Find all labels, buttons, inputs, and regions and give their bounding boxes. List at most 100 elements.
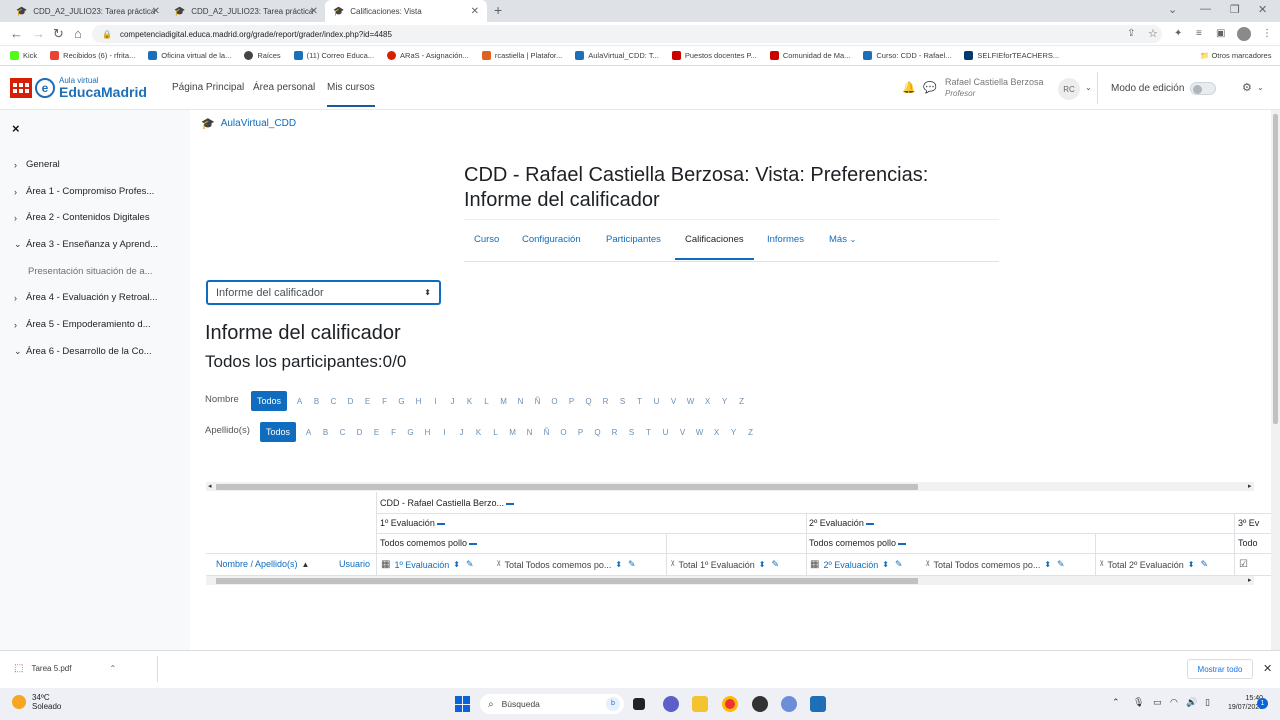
last-name-letter-l[interactable]: L [487,428,504,437]
first-name-letter-m[interactable]: M [495,397,512,406]
bookmark-item[interactable]: Recibidos (6) - rfrita... [50,51,135,60]
app-icon[interactable] [752,696,768,712]
last-name-letter-p[interactable]: P [572,428,589,437]
last-name-letter-w[interactable]: W [691,428,708,437]
drawer-item-area3[interactable]: ⌄ Área 3 - Enseñanza y Aprend... [14,239,158,250]
battery-icon[interactable]: ▯ [1205,697,1210,708]
weather-widget[interactable]: 34ºC Soleado [12,693,61,711]
last-name-letter-i[interactable]: I [436,428,453,437]
sort-icon[interactable]: ⬍ [759,560,766,569]
first-name-letter-a[interactable]: A [291,397,308,406]
url-field[interactable]: 🔒 competenciadigital.educa.madrid.org/gr… [92,25,1162,43]
bookmark-item[interactable]: AulaVirtual_CDD: T... [575,51,659,60]
drawer-subitem-presentation[interactable]: Presentación situación de a... [28,266,153,277]
tray-chevron-up-icon[interactable]: ⌃ [1112,697,1120,708]
chat-icon[interactable] [663,696,679,712]
last-name-letter-b[interactable]: B [317,428,334,437]
first-name-letter-l[interactable]: L [478,397,495,406]
last-name-letter-n[interactable]: N [521,428,538,437]
nav-home[interactable]: Página Principal [172,82,244,93]
task-view-icon[interactable] [633,698,645,710]
collapse-icon[interactable] [898,542,907,545]
grade-column-total-eval1[interactable]: ᵡ Total 1º Evaluación ⬍ ✎ [671,559,779,570]
edit-pencil-icon[interactable]: ✎ [771,559,779,570]
notification-icon[interactable]: 1 [1257,698,1268,709]
windows-start-icon[interactable] [455,696,471,712]
first-name-letter-n[interactable]: N [512,397,529,406]
last-name-letter-h[interactable]: H [419,428,436,437]
close-drawer-icon[interactable]: × [12,121,20,136]
tab-participants[interactable]: Participantes [606,234,661,245]
edit-mode-toggle[interactable] [1190,82,1216,95]
first-name-letter-f[interactable]: F [376,397,393,406]
tab-settings[interactable]: Configuración [522,234,581,245]
last-name-letter-e[interactable]: E [368,428,385,437]
nav-my-courses[interactable]: Mis cursos [327,82,375,107]
other-bookmarks[interactable]: 📁 Otros marcadores [1200,51,1271,60]
first-name-all-button[interactable]: Todos [251,391,288,411]
drawer-item-area6[interactable]: ⌄ Área 6 - Desarrollo de la Co... [14,346,152,357]
accessibility-gear-icon[interactable]: ⚙ [1242,81,1252,94]
last-name-letter-s[interactable]: S [623,428,640,437]
file-explorer-icon[interactable] [692,696,708,712]
first-name-letter-y[interactable]: Y [716,397,733,406]
chrome-icon[interactable] [722,696,738,712]
profile-avatar[interactable] [1237,27,1251,41]
share-icon[interactable]: ⇪ [1127,28,1135,39]
bookmark-item[interactable]: (11) Correo Educa... [293,51,374,60]
edit-pencil-icon[interactable]: ✎ [628,559,636,570]
avatar[interactable]: RC [1058,78,1080,100]
drawer-item-area5[interactable]: › Área 5 - Empoderamiento d... [14,319,151,330]
last-name-letter-j[interactable]: J [453,428,470,437]
bookmark-item[interactable]: Kick [10,51,37,60]
minimize-icon[interactable]: — [1200,3,1211,15]
taskbar-search[interactable]: ⌕ Búsqueda b [480,694,624,714]
bookmark-item[interactable]: Curso: CDD - Rafael... [863,51,951,60]
first-name-letter-c[interactable]: C [325,397,342,406]
last-name-letter-y[interactable]: Y [725,428,742,437]
last-name-letter-c[interactable]: C [334,428,351,437]
bookmark-item[interactable]: Raíces [244,51,281,60]
collapse-icon[interactable] [469,542,478,545]
table-scrollbar-thumb-top[interactable] [216,484,918,490]
last-name-all-button[interactable]: Todos [260,422,297,442]
grade-column-total-cat2[interactable]: ᵡ Total Todos comemos po... ⬍ ✎ [926,559,1065,570]
reading-list-icon[interactable]: ≡ [1196,28,1202,39]
first-name-letter-q[interactable]: Q [580,397,597,406]
window-close-icon[interactable]: ✕ [1258,3,1267,16]
forward-icon[interactable]: → [32,26,45,41]
bookmark-item[interactable]: rcastiella | Platafor... [481,51,562,60]
extensions-icon[interactable]: ✦ [1174,28,1182,39]
volume-icon[interactable]: 🔊 [1186,697,1197,708]
first-name-letter-p[interactable]: P [563,397,580,406]
last-name-letter-ñ[interactable]: Ñ [538,428,555,437]
last-name-letter-k[interactable]: K [470,428,487,437]
last-name-letter-t[interactable]: T [640,428,657,437]
browser-menu-icon[interactable]: ⋮ [1262,28,1272,39]
first-name-letter-j[interactable]: J [444,397,461,406]
drawer-item-general[interactable]: › General [14,159,60,170]
reload-icon[interactable]: ↻ [53,26,64,42]
last-name-letter-o[interactable]: O [555,428,572,437]
first-name-letter-t[interactable]: T [631,397,648,406]
collapse-icon[interactable] [865,522,874,525]
grade-column-eval1[interactable]: ▦ 1º Evaluación ⬍ ✎ [381,559,474,570]
first-name-letter-v[interactable]: V [665,397,682,406]
grade-column-total-eval2[interactable]: ᵡ Total 2º Evaluación ⬍ ✎ [1100,559,1208,570]
first-name-letter-i[interactable]: I [427,397,444,406]
bookmark-item[interactable]: Puestos docentes P... [671,51,757,60]
first-name-letter-r[interactable]: R [597,397,614,406]
home-icon[interactable]: ⌂ [74,26,82,41]
first-name-letter-x[interactable]: X [699,397,716,406]
bookmark-item[interactable]: Comunidad de Ma... [769,51,850,60]
name-column-header[interactable]: Nombre / Apellido(s) ▲ [216,559,309,569]
sort-icon[interactable]: ⬍ [882,560,889,569]
browser-tab-2[interactable]: 🎓 CDD_A2_JULIO23: Tarea práctica ✕ [166,0,326,22]
sort-icon[interactable]: ⬍ [1188,560,1195,569]
grade-column-next[interactable]: ☑ [1239,559,1252,570]
grade-column-total-cat1[interactable]: ᵡ Total Todos comemos po... ⬍ ✎ [497,559,636,570]
tab-course[interactable]: Curso [474,234,499,245]
tab-grades[interactable]: Calificaciones [675,234,754,260]
back-icon[interactable]: ← [10,26,23,41]
last-name-letter-f[interactable]: F [385,428,402,437]
